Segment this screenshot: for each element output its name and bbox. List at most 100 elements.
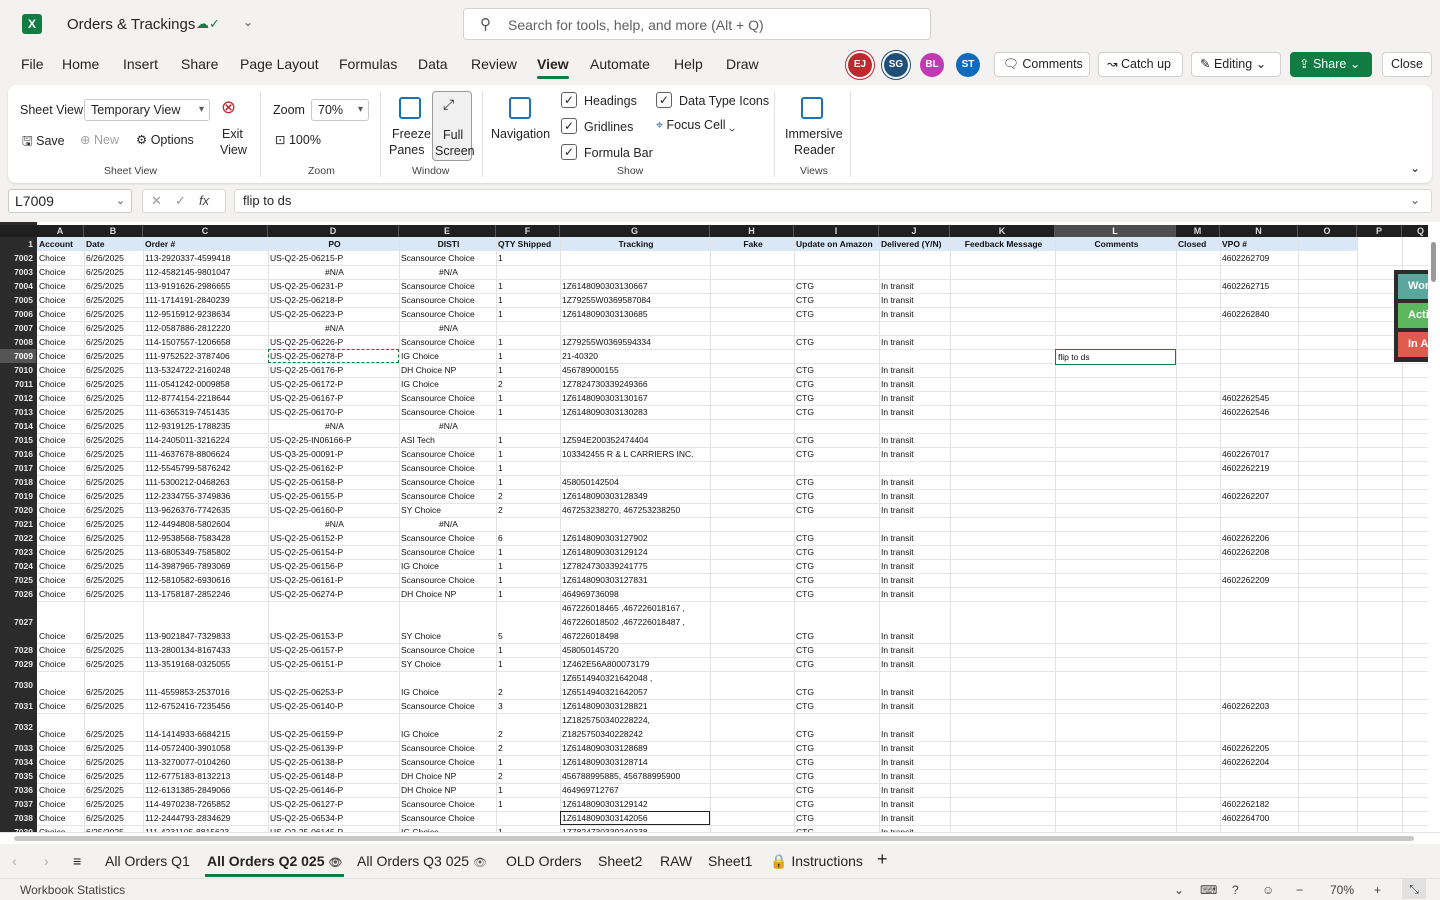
- header-cell[interactable]: Feedback Message: [950, 237, 1055, 251]
- table-cell[interactable]: 6/25/2025: [84, 475, 143, 489]
- table-cell[interactable]: In transit: [879, 727, 950, 741]
- table-cell[interactable]: CTG: [794, 279, 879, 293]
- table-cell[interactable]: 5: [496, 629, 560, 643]
- table-cell[interactable]: 4602264700: [1220, 811, 1298, 825]
- table-cell[interactable]: Scansource Choice: [399, 335, 496, 349]
- table-cell[interactable]: CTG: [794, 545, 879, 559]
- tracking-cell[interactable]: 464969736098: [560, 587, 710, 601]
- zoom-100-button[interactable]: ⊡ 100%: [275, 132, 321, 147]
- table-cell[interactable]: 1: [496, 755, 560, 769]
- focus-cell-button[interactable]: ⌖ Focus Cell ⌄: [656, 118, 735, 133]
- header-cell[interactable]: PO: [268, 237, 399, 251]
- tracking-cell[interactable]: 1Z6148090303128349: [560, 489, 710, 503]
- headings-checkbox[interactable]: ✓: [561, 92, 577, 108]
- table-cell[interactable]: Choice: [37, 559, 84, 573]
- row-number[interactable]: 7033: [0, 741, 36, 755]
- save-view-button[interactable]: 🖫 Save: [22, 132, 65, 153]
- table-cell[interactable]: 2: [496, 741, 560, 755]
- column-header-m[interactable]: M: [1176, 225, 1220, 237]
- table-cell[interactable]: Choice: [37, 727, 84, 741]
- table-cell[interactable]: In transit: [879, 503, 950, 517]
- close-button[interactable]: Close: [1382, 52, 1432, 77]
- tracking-cell[interactable]: 464969712767: [560, 783, 710, 797]
- table-cell[interactable]: Scansource Choice: [399, 545, 496, 559]
- table-cell[interactable]: In transit: [879, 377, 950, 391]
- table-cell[interactable]: Scansource Choice: [399, 251, 496, 265]
- row-number[interactable]: 7028: [0, 643, 36, 657]
- share-button[interactable]: ⇪ Share ⌄: [1290, 52, 1372, 77]
- header-cell[interactable]: Delivered (Y/N): [879, 237, 950, 251]
- tracking-cell[interactable]: 1Z7824730339249366: [560, 377, 710, 391]
- table-cell[interactable]: 1: [496, 279, 560, 293]
- table-cell[interactable]: 6/25/2025: [84, 811, 143, 825]
- tracking-cell[interactable]: 456788995885, 456788995900: [560, 769, 710, 783]
- tab-insert[interactable]: Insert: [123, 56, 158, 72]
- header-cell[interactable]: Account: [37, 237, 84, 251]
- column-header-l[interactable]: L: [1055, 225, 1176, 237]
- table-cell[interactable]: CTG: [794, 377, 879, 391]
- table-cell[interactable]: 1: [496, 363, 560, 377]
- row-number[interactable]: 7038: [0, 811, 36, 825]
- tracking-cell[interactable]: 1Z6148090303130167: [560, 391, 710, 405]
- table-cell[interactable]: In transit: [879, 755, 950, 769]
- tracking-cell[interactable]: 1Z462E56A800073179: [560, 657, 710, 671]
- table-cell[interactable]: US-Q2-25-06167-P: [268, 391, 399, 405]
- column-header-p[interactable]: P: [1357, 225, 1402, 237]
- table-cell[interactable]: 6/25/2025: [84, 657, 143, 671]
- table-cell[interactable]: 1: [496, 461, 560, 475]
- table-cell[interactable]: Choice: [37, 699, 84, 713]
- row-number[interactable]: 7002: [0, 251, 36, 265]
- row-number[interactable]: 7023: [0, 545, 36, 559]
- table-cell[interactable]: 6/25/2025: [84, 293, 143, 307]
- table-cell[interactable]: 112-9319125-1788235: [143, 419, 268, 433]
- table-cell[interactable]: US-Q2-25-06274-P: [268, 587, 399, 601]
- table-cell[interactable]: IG Choice: [399, 349, 496, 363]
- tracking-cell[interactable]: 1Z1825750340228224, Z1825750340228242: [560, 713, 710, 741]
- keyboard-icon[interactable]: ⌨: [1200, 883, 1217, 897]
- table-cell[interactable]: Choice: [37, 587, 84, 601]
- sheet-tab[interactable]: RAW: [660, 853, 692, 869]
- header-cell[interactable]: Order #: [143, 237, 268, 251]
- table-cell[interactable]: 6/25/2025: [84, 727, 143, 741]
- table-cell[interactable]: 6/25/2025: [84, 587, 143, 601]
- table-cell[interactable]: CTG: [794, 741, 879, 755]
- row-number[interactable]: 7007: [0, 321, 36, 335]
- row-number[interactable]: 7015: [0, 433, 36, 447]
- table-cell[interactable]: CTG: [794, 503, 879, 517]
- table-cell[interactable]: US-Q2-25-06231-P: [268, 279, 399, 293]
- table-cell[interactable]: US-Q2-25-06140-P: [268, 699, 399, 713]
- table-cell[interactable]: CTG: [794, 811, 879, 825]
- table-cell[interactable]: 6/25/2025: [84, 685, 143, 699]
- table-cell[interactable]: In transit: [879, 685, 950, 699]
- table-cell[interactable]: Choice: [37, 405, 84, 419]
- table-cell[interactable]: CTG: [794, 629, 879, 643]
- tracking-cell[interactable]: 1Z6148090303130283: [560, 405, 710, 419]
- scroll-thumb[interactable]: [14, 836, 1414, 841]
- prev-sheet-icon[interactable]: ‹: [12, 853, 17, 869]
- table-cell[interactable]: CTG: [794, 769, 879, 783]
- table-cell[interactable]: 2: [496, 503, 560, 517]
- tracking-cell[interactable]: 1Z6148090303127831: [560, 573, 710, 587]
- table-cell[interactable]: #N/A: [268, 517, 399, 531]
- table-cell[interactable]: 3: [496, 699, 560, 713]
- table-cell[interactable]: 112-5545799-5876242: [143, 461, 268, 475]
- table-cell[interactable]: US-Q2-25-06139-P: [268, 741, 399, 755]
- table-cell[interactable]: 1: [496, 545, 560, 559]
- table-cell[interactable]: SY Choice: [399, 657, 496, 671]
- table-cell[interactable]: 111-4637678-8806624: [143, 447, 268, 461]
- row-number[interactable]: 7004: [0, 279, 36, 293]
- table-cell[interactable]: US-Q2-25-06148-P: [268, 769, 399, 783]
- table-cell[interactable]: 112-9515912-9238634: [143, 307, 268, 321]
- table-cell[interactable]: US-Q2-25-IN06166-P: [268, 433, 399, 447]
- next-sheet-icon[interactable]: ›: [44, 853, 49, 869]
- row-number[interactable]: 7029: [0, 657, 36, 671]
- table-cell[interactable]: In transit: [879, 531, 950, 545]
- tracking-cell[interactable]: 1Z6148090303128821: [560, 699, 710, 713]
- table-cell[interactable]: Choice: [37, 489, 84, 503]
- table-cell[interactable]: CTG: [794, 405, 879, 419]
- table-cell[interactable]: Scansource Choice: [399, 531, 496, 545]
- table-cell[interactable]: US-Q2-25-06253-P: [268, 685, 399, 699]
- table-cell[interactable]: 4602262219: [1220, 461, 1298, 475]
- zoom-out-icon[interactable]: −: [1296, 883, 1303, 897]
- tracking-cell[interactable]: 456789000155: [560, 363, 710, 377]
